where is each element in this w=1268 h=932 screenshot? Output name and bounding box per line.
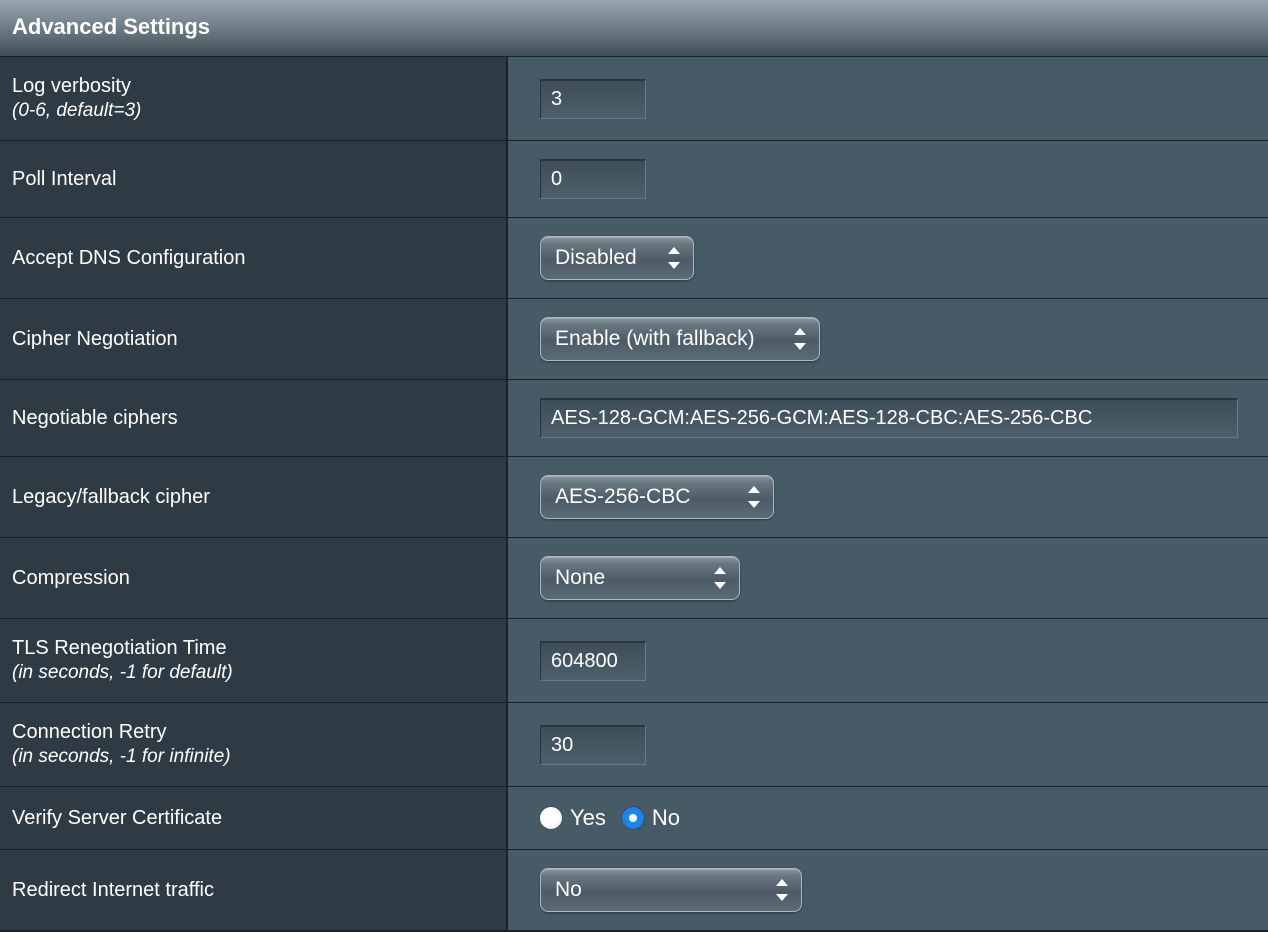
label-verify-cert: Verify Server Certificate [0,787,508,849]
connection-retry-input[interactable] [540,725,646,765]
updown-icon [747,486,761,508]
label-compression: Compression [0,538,508,618]
row-tls-reneg: TLS Renegotiation Time (in seconds, -1 f… [0,618,1268,702]
accept-dns-select[interactable]: Disabled [540,236,694,280]
label-poll-interval: Poll Interval [0,141,508,217]
row-negotiable-ciphers: Negotiable ciphers [0,379,1268,456]
input-cell: Enable (with fallback) [508,299,1268,379]
select-value: AES-256-CBC [555,485,690,509]
label-connection-retry: Connection Retry (in seconds, -1 for inf… [0,703,508,786]
input-cell: No [508,850,1268,930]
label-text: Poll Interval [12,168,494,191]
input-cell: None [508,538,1268,618]
updown-icon [713,567,727,589]
input-cell [508,703,1268,786]
label-fallback-cipher: Legacy/fallback cipher [0,457,508,537]
row-log-verbosity: Log verbosity (0-6, default=3) [0,56,1268,140]
section-header: Advanced Settings [0,0,1268,56]
label-text: Redirect Internet traffic [12,879,494,902]
label-text: Legacy/fallback cipher [12,486,494,509]
label-text: Compression [12,567,494,590]
updown-icon [793,328,807,350]
label-log-verbosity: Log verbosity (0-6, default=3) [0,57,508,140]
select-value: Disabled [555,246,637,270]
label-tls-reneg: TLS Renegotiation Time (in seconds, -1 f… [0,619,508,702]
input-cell [508,619,1268,702]
input-cell: Disabled [508,218,1268,298]
input-cell [508,141,1268,217]
label-text: TLS Renegotiation Time [12,637,494,660]
input-cell [508,380,1268,456]
tls-reneg-input[interactable] [540,641,646,681]
poll-interval-input[interactable] [540,159,646,199]
label-sub: (in seconds, -1 for infinite) [12,746,494,768]
advanced-settings-panel: Advanced Settings Log verbosity (0-6, de… [0,0,1268,932]
row-accept-dns: Accept DNS Configuration Disabled [0,217,1268,298]
label-sub: (0-6, default=3) [12,100,494,122]
row-verify-cert: Verify Server Certificate Yes No [0,786,1268,849]
section-title: Advanced Settings [12,14,210,39]
label-text: Verify Server Certificate [12,807,494,830]
input-cell: AES-256-CBC [508,457,1268,537]
updown-icon [667,247,681,269]
label-text: Negotiable ciphers [12,407,494,430]
label-redirect-traffic: Redirect Internet traffic [0,850,508,930]
label-text: Connection Retry [12,721,494,744]
row-fallback-cipher: Legacy/fallback cipher AES-256-CBC [0,456,1268,537]
row-compression: Compression None [0,537,1268,618]
label-cipher-negotiation: Cipher Negotiation [0,299,508,379]
label-text: Cipher Negotiation [12,328,494,351]
cipher-negotiation-select[interactable]: Enable (with fallback) [540,317,820,361]
verify-cert-radiogroup: Yes No [540,805,690,831]
row-connection-retry: Connection Retry (in seconds, -1 for inf… [0,702,1268,786]
label-negotiable-ciphers: Negotiable ciphers [0,380,508,456]
fallback-cipher-select[interactable]: AES-256-CBC [540,475,774,519]
label-sub: (in seconds, -1 for default) [12,662,494,684]
select-value: None [555,566,605,590]
label-accept-dns: Accept DNS Configuration [0,218,508,298]
settings-grid: Log verbosity (0-6, default=3) Poll Inte… [0,56,1268,930]
label-text: Accept DNS Configuration [12,247,494,270]
updown-icon [775,879,789,901]
radio-label-no: No [652,805,680,831]
negotiable-ciphers-input[interactable] [540,398,1238,438]
radio-label-yes: Yes [570,805,606,831]
row-redirect-traffic: Redirect Internet traffic No [0,849,1268,930]
label-text: Log verbosity [12,75,494,98]
redirect-traffic-select[interactable]: No [540,868,802,912]
input-cell: Yes No [508,787,1268,849]
row-cipher-negotiation: Cipher Negotiation Enable (with fallback… [0,298,1268,379]
select-value: Enable (with fallback) [555,327,755,351]
compression-select[interactable]: None [540,556,740,600]
verify-cert-no-radio[interactable] [622,807,644,829]
row-poll-interval: Poll Interval [0,140,1268,217]
log-verbosity-input[interactable] [540,79,646,119]
input-cell [508,57,1268,140]
verify-cert-yes-radio[interactable] [540,807,562,829]
select-value: No [555,878,582,902]
